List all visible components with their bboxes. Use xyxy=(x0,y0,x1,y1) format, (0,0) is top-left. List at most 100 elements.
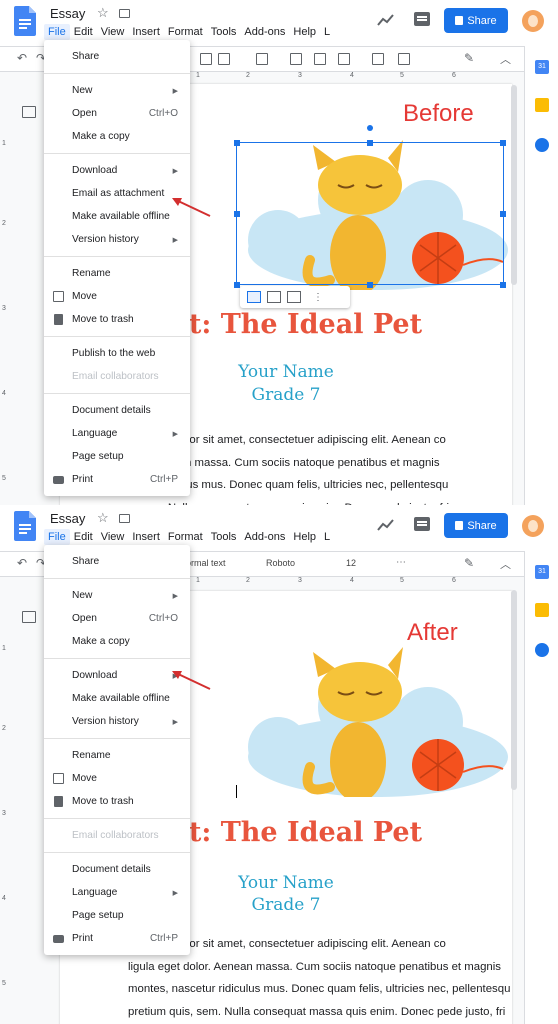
menu-item-version-history[interactable]: Version history ▶ xyxy=(44,710,190,733)
avatar[interactable] xyxy=(522,515,544,537)
docs-logo-icon[interactable] xyxy=(14,6,36,36)
align-icon[interactable] xyxy=(256,53,268,65)
rotate-handle[interactable] xyxy=(367,125,373,131)
menu-help[interactable]: Help xyxy=(289,529,320,545)
menu-item-publish-to-the-web[interactable]: Publish to the web xyxy=(44,342,190,365)
insert-image-icon[interactable] xyxy=(200,53,212,65)
resize-handle[interactable] xyxy=(234,211,240,217)
star-icon[interactable]: ☆ xyxy=(97,510,109,526)
document-title[interactable]: Essay xyxy=(50,511,85,526)
menu-item-download[interactable]: Download ▶ xyxy=(44,664,190,687)
comment-history-icon[interactable] xyxy=(414,517,430,531)
vertical-ruler[interactable]: 1 2 3 4 5 xyxy=(0,80,10,505)
document-outline-icon[interactable] xyxy=(22,106,36,118)
bulleted-list-icon[interactable] xyxy=(338,53,350,65)
tasks-icon[interactable] xyxy=(535,138,549,152)
resize-handle[interactable] xyxy=(234,140,240,146)
menu-item-version-history[interactable]: Version history ▶ xyxy=(44,228,190,251)
comment-history-icon[interactable] xyxy=(414,12,430,26)
menu-item-share[interactable]: Share xyxy=(44,550,190,573)
menu-format[interactable]: Format xyxy=(164,24,207,40)
menu-item-print[interactable]: Print Ctrl+P xyxy=(44,927,190,950)
menu-view[interactable]: View xyxy=(97,24,129,40)
share-button[interactable]: Share xyxy=(444,8,508,33)
menu-tools[interactable]: Tools xyxy=(207,24,241,40)
menu-item-page-setup[interactable]: Page setup xyxy=(44,904,190,927)
tasks-icon[interactable] xyxy=(535,643,549,657)
menu-item-move[interactable]: Move xyxy=(44,285,190,308)
menu-item-rename[interactable]: Rename xyxy=(44,744,190,767)
paragraph-style-select[interactable]: ormal text xyxy=(186,558,226,568)
star-icon[interactable]: ☆ xyxy=(97,5,109,21)
menu-item-language[interactable]: Language ▶ xyxy=(44,422,190,445)
chevron-up-icon[interactable]: ︿ xyxy=(500,556,511,572)
document-outline-icon[interactable] xyxy=(22,611,36,623)
menu-item-move-to-trash[interactable]: Move to trash xyxy=(44,308,190,331)
vertical-ruler[interactable]: 1 2 3 4 5 xyxy=(0,585,10,1015)
last-edit-link[interactable]: L xyxy=(320,529,334,545)
menu-view[interactable]: View xyxy=(97,529,129,545)
scrollbar[interactable] xyxy=(511,590,517,790)
menu-item-email-as-attachment[interactable]: Email as attachment xyxy=(44,182,190,205)
cat-image[interactable] xyxy=(234,125,508,295)
keep-icon[interactable] xyxy=(535,603,549,617)
menu-item-language[interactable]: Language ▶ xyxy=(44,881,190,904)
editing-mode-icon[interactable]: ✎ xyxy=(464,556,474,570)
menu-item-move[interactable]: Move xyxy=(44,767,190,790)
checklist-icon[interactable] xyxy=(314,53,326,65)
last-edit-link[interactable]: L xyxy=(320,24,334,40)
folder-icon[interactable] xyxy=(119,9,130,18)
more-tools-icon[interactable]: ⋯ xyxy=(396,557,406,568)
menu-item-make-available-offline[interactable]: Make available offline xyxy=(44,205,190,228)
resize-handle[interactable] xyxy=(367,282,373,288)
menu-item-new[interactable]: New ▶ xyxy=(44,584,190,607)
resize-handle[interactable] xyxy=(500,211,506,217)
menu-item-open[interactable]: Open Ctrl+O xyxy=(44,102,190,125)
undo-icon[interactable]: ↶ xyxy=(17,51,27,65)
indent-increase-icon[interactable] xyxy=(398,53,410,65)
resize-handle[interactable] xyxy=(500,282,506,288)
keep-icon[interactable] xyxy=(535,98,549,112)
menu-edit[interactable]: Edit xyxy=(70,24,97,40)
menu-item-move-to-trash[interactable]: Move to trash xyxy=(44,790,190,813)
calendar-icon[interactable]: 31 xyxy=(535,565,549,579)
font-select[interactable]: Roboto xyxy=(266,558,295,568)
folder-icon[interactable] xyxy=(119,514,130,523)
menu-item-make-available-offline[interactable]: Make available offline xyxy=(44,687,190,710)
resize-handle[interactable] xyxy=(500,140,506,146)
more-options-icon[interactable]: ⋮ xyxy=(313,292,323,303)
menu-item-open[interactable]: Open Ctrl+O xyxy=(44,607,190,630)
avatar[interactable] xyxy=(522,10,544,32)
share-button[interactable]: Share xyxy=(444,513,508,538)
resize-handle[interactable] xyxy=(367,140,373,146)
menu-item-download[interactable]: Download ▶ xyxy=(44,159,190,182)
scrollbar[interactable] xyxy=(511,85,517,285)
menu-tools[interactable]: Tools xyxy=(207,529,241,545)
resize-handle[interactable] xyxy=(234,282,240,288)
horizontal-ruler[interactable]: 1 2 3 4 5 6 xyxy=(190,72,514,82)
image-selection-handles[interactable] xyxy=(234,125,506,288)
menu-file[interactable]: File xyxy=(44,529,70,545)
menu-item-page-setup[interactable]: Page setup xyxy=(44,445,190,468)
menu-item-rename[interactable]: Rename xyxy=(44,262,190,285)
menu-item-make-a-copy[interactable]: Make a copy xyxy=(44,630,190,653)
activity-trend-icon[interactable] xyxy=(377,13,395,27)
chevron-up-icon[interactable]: ︿ xyxy=(500,51,511,67)
menu-item-document-details[interactable]: Document details xyxy=(44,858,190,881)
inline-wrap-icon[interactable] xyxy=(247,291,261,303)
docs-logo-icon[interactable] xyxy=(14,511,36,541)
menu-item-new[interactable]: New ▶ xyxy=(44,79,190,102)
document-title[interactable]: Essay xyxy=(50,6,85,21)
menu-addons[interactable]: Add-ons xyxy=(240,24,289,40)
break-text-icon[interactable] xyxy=(287,291,301,303)
menu-insert[interactable]: Insert xyxy=(128,24,164,40)
menu-item-print[interactable]: Print Ctrl+P xyxy=(44,468,190,491)
image-options-icon[interactable] xyxy=(218,53,230,65)
undo-icon[interactable]: ↶ xyxy=(17,556,27,570)
font-size-select[interactable]: 12 xyxy=(346,558,356,568)
menu-help[interactable]: Help xyxy=(289,24,320,40)
editing-mode-icon[interactable]: ✎ xyxy=(464,51,474,65)
cat-image[interactable] xyxy=(238,647,508,802)
indent-decrease-icon[interactable] xyxy=(372,53,384,65)
menu-format[interactable]: Format xyxy=(164,529,207,545)
